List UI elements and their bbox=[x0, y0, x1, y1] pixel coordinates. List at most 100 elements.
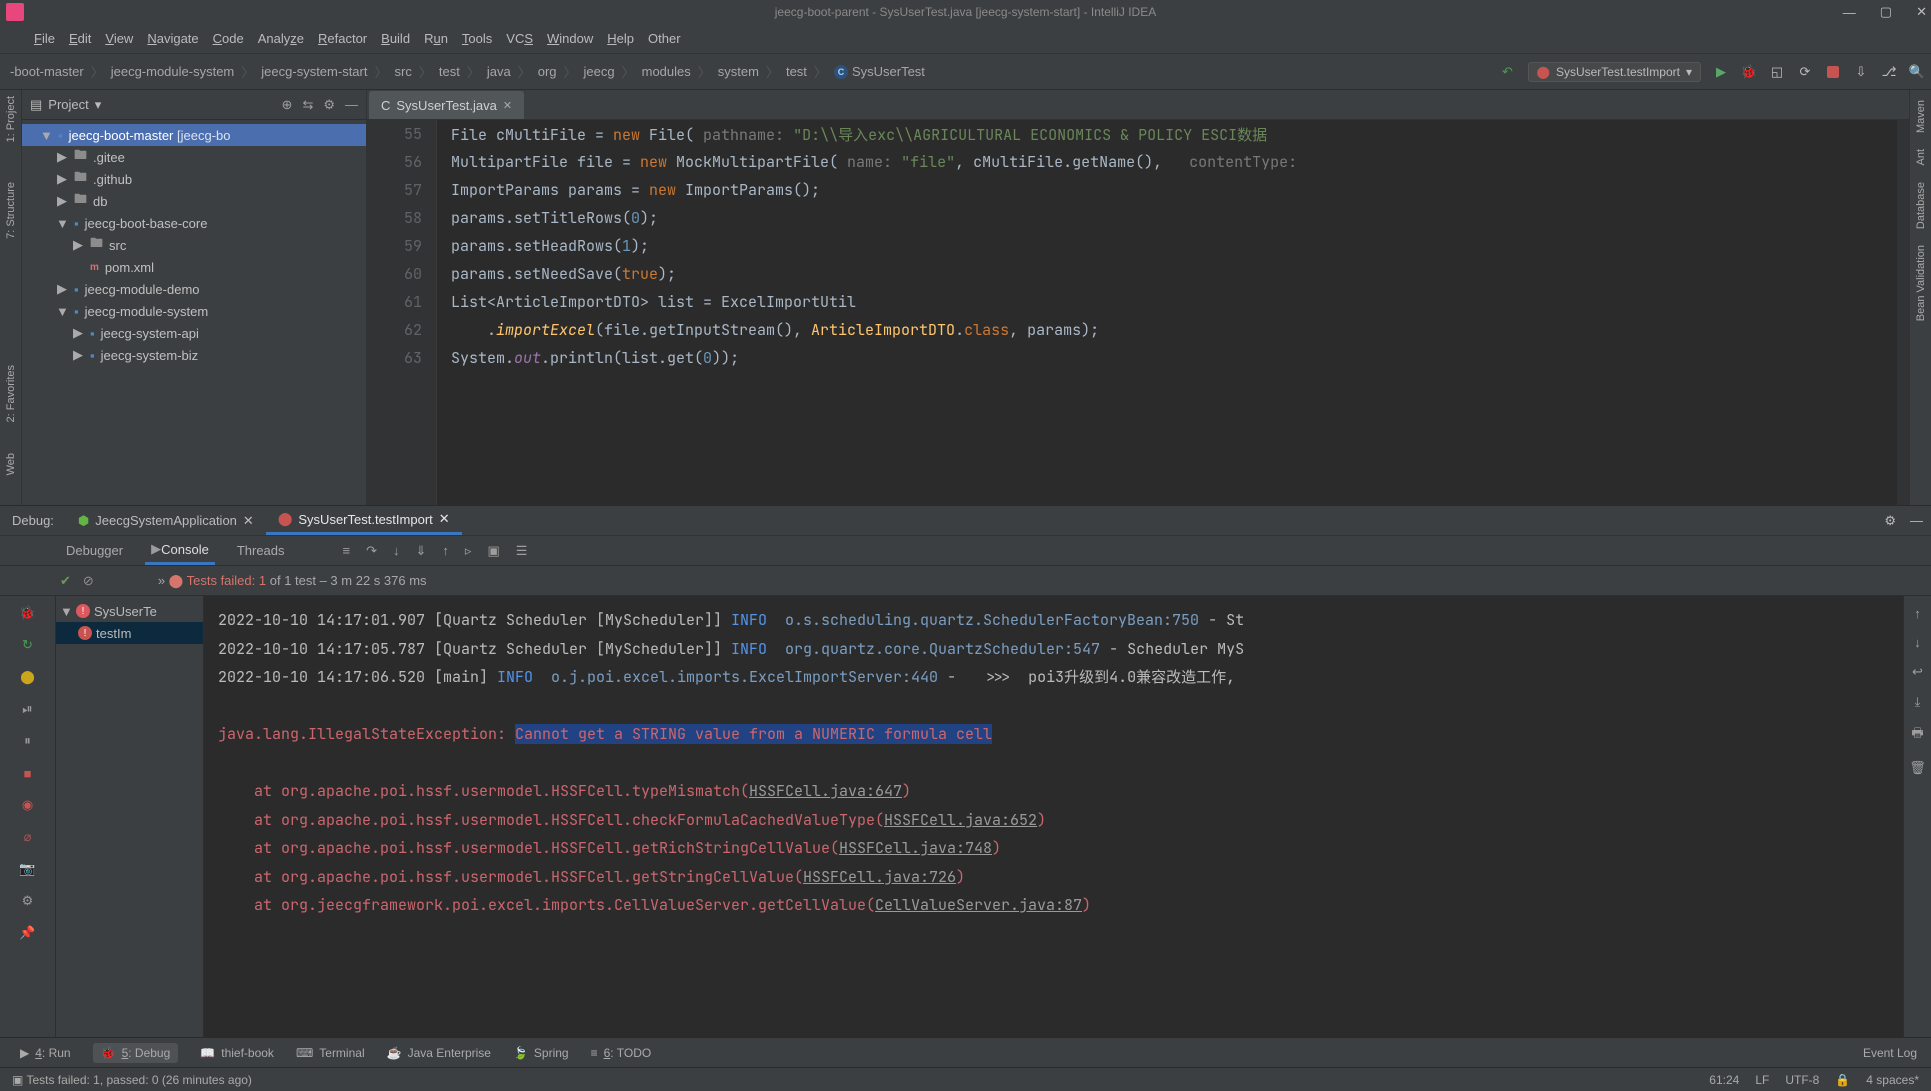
lock-icon[interactable]: 🔒 bbox=[1835, 1073, 1850, 1087]
tree-row[interactable]: ▼▪jeecg-module-system bbox=[22, 300, 366, 322]
menu-help[interactable]: Help bbox=[607, 31, 634, 46]
run-to-cursor-icon[interactable]: ▹ bbox=[465, 543, 472, 559]
bean-validation-tab[interactable]: Bean Validation bbox=[1915, 245, 1927, 321]
crumb[interactable]: jeecg bbox=[580, 64, 619, 79]
force-step-icon[interactable]: ⇓ bbox=[416, 543, 427, 559]
settings-icon[interactable]: ⚙ bbox=[19, 892, 37, 910]
menu-edit[interactable]: Edit bbox=[69, 31, 91, 46]
terminal-tab[interactable]: ⌨ Terminal bbox=[296, 1046, 365, 1060]
soft-wrap-icon[interactable]: ↩ bbox=[1912, 664, 1923, 680]
stop-button[interactable] bbox=[1825, 64, 1841, 80]
event-log-tab[interactable]: Event Log bbox=[1856, 1046, 1917, 1060]
crumb-file[interactable]: CSysUserTest bbox=[830, 64, 929, 79]
close-icon[interactable]: ✕ bbox=[439, 511, 450, 527]
debug-tool-tab[interactable]: 🐞 5: Debug bbox=[93, 1043, 179, 1063]
minimize-button[interactable]: — bbox=[1843, 5, 1856, 20]
tree-row[interactable]: ▶🖿db bbox=[22, 190, 366, 212]
tree-row[interactable]: ▶▪jeecg-system-biz bbox=[22, 344, 366, 366]
menu-window[interactable]: Window bbox=[547, 31, 593, 46]
stop-icon[interactable]: ■ bbox=[19, 764, 37, 782]
maven-tab[interactable]: Maven bbox=[1915, 100, 1927, 133]
crumb[interactable]: src bbox=[391, 64, 416, 79]
hide-icon[interactable]: — bbox=[1910, 513, 1923, 529]
chevron-down-icon[interactable]: ▾ bbox=[95, 97, 102, 113]
mute-breakpoints-icon[interactable]: ⌀ bbox=[19, 828, 37, 846]
tree-row[interactable]: ▶🖿.gitee bbox=[22, 146, 366, 168]
scroll-to-end-icon[interactable]: ⤓ bbox=[1915, 694, 1921, 710]
run-tool-tab[interactable]: ▶ 4: Run bbox=[20, 1046, 71, 1060]
step-into-icon[interactable]: ↷ bbox=[366, 543, 377, 559]
update-button[interactable]: ⇩ bbox=[1853, 64, 1869, 80]
rerun-icon[interactable]: 🐞 bbox=[19, 604, 37, 622]
run-configuration-dropdown[interactable]: ⬤ SysUserTest.testImport ▾ bbox=[1528, 62, 1702, 82]
step-out-icon[interactable]: ↓ bbox=[393, 543, 400, 558]
search-everywhere-button[interactable]: 🔍 bbox=[1909, 64, 1925, 80]
test-tree-root[interactable]: ▼!SysUserTe bbox=[56, 600, 203, 622]
gear-icon[interactable]: ⚙ bbox=[1884, 513, 1896, 529]
test-tree-item[interactable]: !testIm bbox=[56, 622, 203, 644]
scroll-down-icon[interactable]: ↓ bbox=[1914, 635, 1921, 650]
pin-icon[interactable]: 📌 bbox=[19, 924, 37, 942]
view-breakpoints-icon[interactable]: ◉ bbox=[19, 796, 37, 814]
menu-view[interactable]: View bbox=[105, 31, 133, 46]
hide-icon[interactable]: — bbox=[345, 97, 358, 112]
crumb[interactable]: system bbox=[714, 64, 763, 79]
tree-row[interactable]: ▼▪jeecg-boot-base-core bbox=[22, 212, 366, 234]
encoding[interactable]: UTF-8 bbox=[1785, 1073, 1819, 1087]
todo-tab[interactable]: ≡ 6: TODO bbox=[591, 1046, 652, 1060]
crumb[interactable]: org bbox=[534, 64, 561, 79]
toggle-breakpoints-icon[interactable]: ⬤ bbox=[19, 668, 37, 686]
tree-row[interactable]: ▼▪jeecg-boot-master [jeecg-bo bbox=[22, 124, 366, 146]
git-button[interactable]: ⎇ bbox=[1881, 64, 1897, 80]
editor-stripe[interactable] bbox=[1897, 120, 1909, 505]
frames-icon[interactable]: ▣ bbox=[487, 543, 499, 559]
console-output[interactable]: 2022-10-10 14:17:01.907 [Quartz Schedule… bbox=[204, 596, 1903, 1037]
menu-refactor[interactable]: Refactor bbox=[318, 31, 367, 46]
java-enterprise-tab[interactable]: ☕ Java Enterprise bbox=[387, 1046, 491, 1060]
menu-code[interactable]: Code bbox=[213, 31, 244, 46]
editor-tab[interactable]: C SysUserTest.java ✕ bbox=[369, 91, 524, 119]
crumb[interactable]: -boot-master bbox=[6, 64, 88, 79]
menu-tools[interactable]: Tools bbox=[462, 31, 492, 46]
maximize-button[interactable]: ▢ bbox=[1880, 4, 1892, 20]
thief-book-tab[interactable]: 📖 thief-book bbox=[200, 1046, 274, 1060]
close-icon[interactable]: ✕ bbox=[503, 99, 512, 112]
debug-session-tab-active[interactable]: ⬤ SysUserTest.testImport ✕ bbox=[266, 507, 462, 535]
close-icon[interactable]: ✕ bbox=[243, 513, 254, 529]
target-icon[interactable]: ⊕ bbox=[282, 97, 293, 113]
evaluate-icon[interactable]: ☰ bbox=[516, 543, 528, 559]
crumb[interactable]: java bbox=[483, 64, 515, 79]
menu-file[interactable]: File bbox=[34, 31, 55, 46]
collapse-icon[interactable]: ⇆ bbox=[302, 97, 313, 113]
threads-tab[interactable]: Threads bbox=[231, 536, 291, 565]
tree-row[interactable]: ▶🖿.github bbox=[22, 168, 366, 190]
crumb[interactable]: jeecg-system-start bbox=[257, 64, 371, 79]
tree-row[interactable]: mpom.xml bbox=[22, 256, 366, 278]
close-button[interactable]: ✕ bbox=[1916, 4, 1927, 20]
toolwindow-structure-tab[interactable]: 7: Structure bbox=[5, 182, 17, 239]
pause-icon[interactable]: ⏸ bbox=[19, 732, 37, 750]
line-separator[interactable]: LF bbox=[1755, 1073, 1769, 1087]
ok-icon[interactable]: ✔ bbox=[60, 573, 71, 589]
mute-icon[interactable]: ⊘ bbox=[83, 573, 94, 589]
indent-indicator[interactable]: 4 spaces* bbox=[1866, 1073, 1919, 1087]
toolwindow-favorites-tab[interactable]: 2: Favorites bbox=[5, 365, 17, 422]
menu-other[interactable]: Other bbox=[648, 31, 681, 46]
ant-tab[interactable]: Ant bbox=[1915, 149, 1927, 166]
menu-run[interactable]: Run bbox=[424, 31, 448, 46]
clear-icon[interactable]: 🗑 bbox=[1909, 760, 1926, 776]
back-icon[interactable]: ↶ bbox=[1500, 64, 1516, 80]
step-up-icon[interactable]: ↑ bbox=[442, 543, 449, 558]
caret-position[interactable]: 61:24 bbox=[1709, 1073, 1739, 1087]
crumb[interactable]: test bbox=[435, 64, 464, 79]
print-icon[interactable]: 🖶 bbox=[1911, 724, 1923, 746]
menu-build[interactable]: Build bbox=[381, 31, 410, 46]
code-editor[interactable]: File cMultiFile = new File( pathname: "D… bbox=[437, 120, 1897, 505]
tree-row[interactable]: ▶▪jeecg-system-api bbox=[22, 322, 366, 344]
crumb[interactable]: jeecg-module-system bbox=[107, 64, 239, 79]
crumb[interactable]: test bbox=[782, 64, 811, 79]
gear-icon[interactable]: ⚙ bbox=[323, 97, 335, 113]
tree-row[interactable]: ▶▪jeecg-module-demo bbox=[22, 278, 366, 300]
rerun-failed-icon[interactable]: ↻ bbox=[19, 636, 37, 654]
database-tab[interactable]: Database bbox=[1915, 182, 1927, 229]
